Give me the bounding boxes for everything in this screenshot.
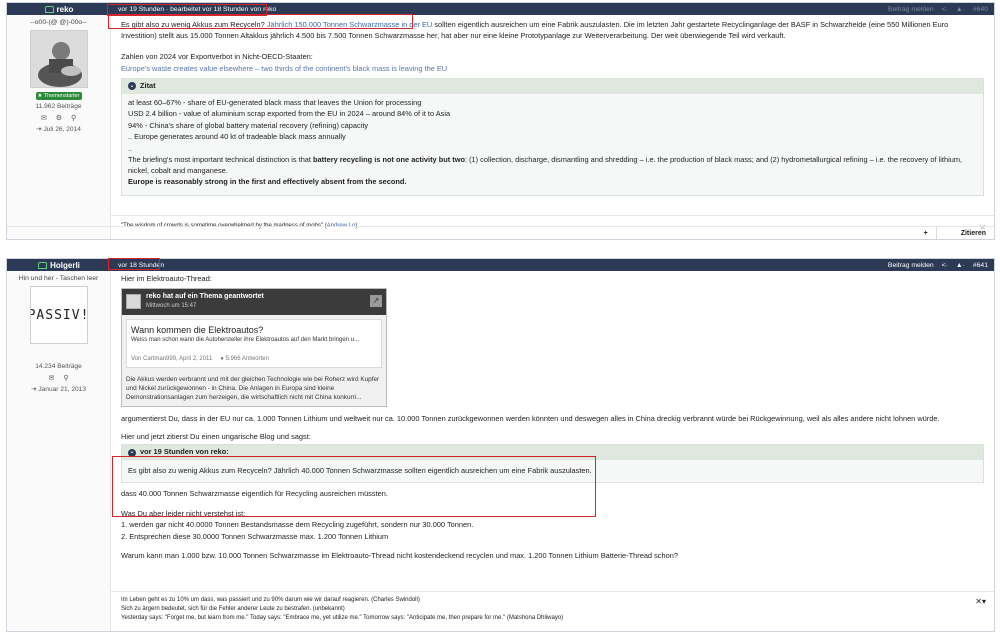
author-actions: ✉ ⚲ [7, 374, 110, 382]
signature-line: Sich zu ärgern bedeutet, sich für die Fe… [121, 606, 345, 612]
post-number[interactable]: #640 [973, 6, 988, 13]
embed-header: reko hat auf ein Thema geantwortet Mittw… [122, 288, 386, 315]
paragraph: argumentierst Du, dass in der EU nur ca.… [121, 414, 940, 424]
quote-paragraph: The briefing's most important technical … [128, 155, 977, 176]
envelope-icon[interactable]: ✉ [48, 374, 54, 382]
author-column: Holgerli Hin und her - Taschen leer PASS… [7, 259, 111, 631]
post-641: Holgerli Hin und her - Taschen leer PASS… [6, 258, 995, 632]
post-header: vor 18 Stunden Beitrag melden <· ▲· #641 [111, 259, 994, 271]
embed-meta: Von Cartman999, April 2, 2011 ● 5.966 An… [131, 355, 377, 364]
embed-date: Mittwoch um 15:47 [146, 303, 197, 310]
signature: Im Leben geht es zu 10% um dass, was pas… [121, 596, 563, 623]
author-actions: ✉ ⚙ ⚲ [7, 114, 110, 122]
user-online-icon [44, 5, 54, 13]
arrow-up-icon[interactable]: ▲· [956, 6, 965, 13]
post-footer: + Zitieren [7, 226, 994, 239]
avatar[interactable] [29, 30, 88, 88]
user-online-icon [38, 261, 48, 269]
share-icon[interactable]: <· [942, 6, 948, 13]
list-item: 2. Entsprechen diese 30.0000 Tonnen Schw… [121, 531, 389, 541]
search-icon[interactable]: ⚲ [63, 374, 68, 382]
quote-line: .. [128, 143, 133, 153]
quote-body: at least 60–67% - share of EU-generated … [122, 94, 983, 195]
signature-divider [111, 215, 994, 216]
paragraph: Hier und jetzt zitierst Du einen ungaris… [121, 431, 311, 441]
post-640: reko --o00-(@ @)-00o-- ★ Themenstarter 1… [6, 2, 995, 240]
quote-box: ⌄ Zitat at least 60–67% - share of EU-ge… [121, 78, 984, 196]
quote-label: Zitat [140, 81, 156, 91]
arrow-up-icon[interactable]: ▲· [956, 262, 965, 269]
highlight-time-post2 [108, 258, 160, 270]
gear-icon[interactable]: ⚙ [56, 114, 62, 122]
author-title: Hin und her - Taschen leer [18, 275, 99, 282]
join-date: ⇥ Januar 21, 2013 [30, 386, 87, 393]
post-content: Es gibt also zu wenig Akkus zum Recyceln… [121, 20, 984, 200]
quote-button[interactable]: Zitieren [953, 230, 994, 237]
quote-line: 94% - China's share of global battery ma… [128, 120, 369, 130]
signature-divider [111, 591, 994, 592]
report-link[interactable]: Beitrag melden [888, 262, 934, 269]
avatar-photo-icon [30, 31, 87, 87]
chevron-down-icon: ⌄ [128, 82, 136, 91]
multiquote-button[interactable]: + [916, 230, 936, 237]
author-column: reko --o00-(@ @)-00o-- ★ Themenstarter 1… [7, 3, 111, 239]
paragraph: Hier im Elektroauto-Thread: [121, 274, 212, 283]
author-name-bar[interactable]: Holgerli [7, 259, 111, 271]
list-item: 1. werden gar nicht 40.0000 Tonnen Besta… [121, 520, 474, 530]
quote-line: .. Europe generates around 40 kt of trad… [128, 132, 346, 142]
article-link[interactable]: Europe's waste creates value elsewhere –… [121, 64, 984, 75]
embed-avatar [126, 294, 141, 310]
close-icon[interactable]: ✕▾ [975, 597, 986, 606]
author-title: --o00-(@ @)-00o-- [30, 19, 87, 26]
paragraph: Zahlen von 2024 vor Exportverbot in Nich… [121, 52, 313, 62]
embedded-activity[interactable]: reko hat auf ein Thema geantwortet Mittw… [121, 287, 387, 408]
posts-count: 11.962 Beiträge [35, 103, 82, 110]
author-name-bar[interactable]: reko [7, 3, 111, 15]
embed-excerpt: Die Akkus werden verbrannt und mit der g… [126, 376, 380, 401]
signature-line: Yesterday says: "Forget me, but learn fr… [121, 615, 564, 621]
share-icon[interactable]: <· [942, 262, 948, 269]
quote-conclusion: Europe is reasonably strong in the first… [128, 177, 407, 187]
quote-line: USD 2.4 billion - value of aluminium scr… [128, 109, 451, 119]
avatar[interactable]: PASSIV! [29, 286, 88, 344]
role-badge: ★ Themenstarter [35, 92, 82, 100]
author-name[interactable]: Holgerli [50, 261, 80, 270]
quote-line: at least 60–67% - share of EU-generated … [128, 97, 422, 107]
embed-meta-author: Von Cartman999, April 2, 2011 [131, 355, 213, 362]
paragraph: Warum kann man 1.000 bzw. 10.000 Tonnen … [121, 551, 678, 561]
bold-text: battery recycling is not one activity bu… [313, 155, 465, 165]
search-icon[interactable]: ⚲ [71, 114, 76, 122]
author-name[interactable]: reko [57, 5, 74, 14]
envelope-icon[interactable]: ✉ [41, 114, 47, 122]
signature-line: Im Leben geht es zu 10% um dass, was pas… [121, 597, 420, 603]
comment-icon: ● 5.966 Antworten [220, 355, 269, 362]
post-content: Hier im Elektroauto-Thread: reko hat auf… [121, 274, 984, 563]
posts-count: 14.234 Beiträge [35, 363, 82, 370]
highlight-quote-post2 [112, 456, 596, 517]
report-link[interactable]: Beitrag melden [888, 6, 934, 13]
embed-topic-card[interactable]: Wann kommen die Elektroautos? Weiss man … [126, 318, 382, 369]
quote-header[interactable]: ⌄ Zitat [122, 79, 983, 94]
join-date: ⇥ Juli 26, 2014 [36, 126, 81, 133]
post-number[interactable]: #641 [973, 262, 988, 269]
highlight-source-link [108, 14, 413, 29]
text: The briefing's most important technical … [128, 155, 314, 165]
external-link-icon[interactable]: ↗ [370, 294, 382, 307]
embed-title[interactable]: reko hat auf ein Thema geantwortet [146, 292, 264, 302]
embed-topic-title[interactable]: Wann kommen die Elektroautos? [131, 324, 377, 337]
embed-topic-sub: Weiss man schon wann die Autohersteller … [131, 337, 360, 344]
